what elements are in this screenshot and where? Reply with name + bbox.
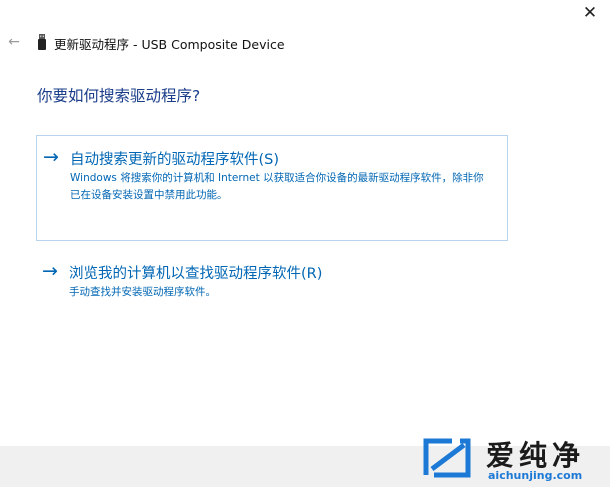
close-button[interactable]: ✕	[570, 0, 610, 26]
window-title: 更新驱动程序 - USB Composite Device	[54, 37, 285, 52]
browse-computer-description: 手动查找并安装驱动程序软件。	[69, 286, 216, 298]
browse-computer-title: 浏览我的计算机以查找驱动程序软件(R)	[69, 266, 323, 282]
arrow-right-icon: →	[42, 260, 58, 282]
watermark: 爱纯净 aichunjing.com	[418, 432, 610, 487]
watermark-logo-icon	[423, 438, 471, 478]
auto-search-option[interactable]: → 自动搜索更新的驱动程序软件(S) Windows 将搜索你的计算机和 Int…	[36, 135, 508, 241]
watermark-domain: aichunjing.com	[488, 469, 583, 482]
title-bar: ← 更新驱动程序 - USB Composite Device	[0, 28, 560, 56]
usb-device-icon	[38, 34, 46, 50]
page-heading: 你要如何搜索驱动程序?	[37, 87, 201, 105]
auto-search-title: 自动搜索更新的驱动程序软件(S)	[70, 152, 280, 168]
close-icon: ✕	[582, 3, 598, 23]
browse-computer-option[interactable]: → 浏览我的计算机以查找驱动程序软件(R) 手动查找并安装驱动程序软件。	[36, 256, 508, 316]
auto-search-description: Windows 将搜索你的计算机和 Internet 以获取适合你设备的最新驱动…	[70, 172, 484, 201]
back-arrow-icon[interactable]: ←	[4, 33, 24, 51]
watermark-name: 爱纯净	[486, 439, 586, 472]
arrow-right-icon: →	[43, 146, 59, 168]
